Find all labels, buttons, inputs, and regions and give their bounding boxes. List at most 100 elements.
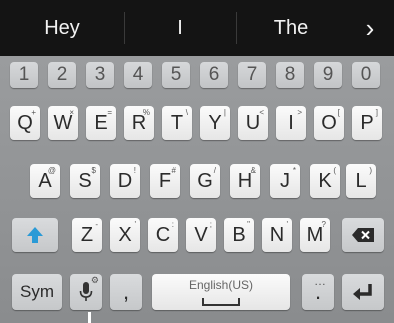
period-key[interactable]: . … <box>302 274 334 310</box>
key-label: V <box>194 223 208 246</box>
key-hint: - <box>95 220 98 229</box>
key-hint: # <box>171 166 176 175</box>
key-f[interactable]: F # <box>150 164 180 198</box>
more-suggestions-chevron-icon[interactable]: › <box>346 0 394 56</box>
key-0[interactable]: 0 <box>352 62 380 88</box>
key-label: X <box>118 223 132 246</box>
suggestion-the[interactable]: The <box>236 0 346 56</box>
key-3[interactable]: 3 <box>86 62 114 88</box>
key-1[interactable]: 1 <box>10 62 38 88</box>
key-k[interactable]: K( <box>310 164 340 198</box>
key-hint: " <box>247 220 250 229</box>
key-6[interactable]: 6 <box>200 62 228 88</box>
key-c[interactable]: C: <box>148 218 178 252</box>
key-label: Y <box>208 111 222 134</box>
key-hint: ] <box>375 108 378 117</box>
enter-key[interactable] <box>342 274 384 310</box>
key-v[interactable]: V; <box>186 218 216 252</box>
spacebar-icon <box>202 298 240 306</box>
language-label: English(US) <box>188 278 254 292</box>
key-hint: + <box>31 108 36 117</box>
keyboard: 1 2 3 4 5 6 7 8 9 0 Q + W × E = R% T \ Y | U <… <box>0 56 394 323</box>
text-cursor <box>88 312 91 323</box>
shift-key[interactable] <box>12 218 58 252</box>
key-label: J <box>280 169 290 192</box>
voice-input-key[interactable]: ⚙ <box>70 274 102 310</box>
key-p[interactable]: P] <box>352 106 382 140</box>
suggestion-hey[interactable]: Hey <box>0 0 124 56</box>
key-r[interactable]: R% <box>124 106 154 140</box>
key-q[interactable]: Q + <box>10 106 40 140</box>
key-o[interactable]: O[ <box>314 106 344 140</box>
key-l[interactable]: L) <box>346 164 376 198</box>
key-hint: % <box>142 108 150 117</box>
key-hint: \ <box>185 108 188 117</box>
key-w[interactable]: W × <box>48 106 78 140</box>
key-label: D <box>117 169 133 192</box>
key-2[interactable]: 2 <box>48 62 76 88</box>
key-hint: ' <box>134 220 136 229</box>
key-9[interactable]: 9 <box>314 62 342 88</box>
key-u[interactable]: U < <box>238 106 268 140</box>
key-hint: $ <box>91 166 96 175</box>
suggestion-i[interactable]: I <box>124 0 236 56</box>
key-hint: | <box>223 108 226 117</box>
key-label: T <box>170 111 184 134</box>
key-8[interactable]: 8 <box>276 62 304 88</box>
key-5[interactable]: 5 <box>162 62 190 88</box>
key-hint: × <box>69 108 74 117</box>
key-label: L <box>355 169 367 192</box>
key-m[interactable]: M? <box>300 218 330 252</box>
enter-return-icon <box>353 284 372 300</box>
key-a[interactable]: A @ <box>30 164 60 198</box>
key-g[interactable]: G / <box>190 164 220 198</box>
key-hint: & <box>250 166 256 175</box>
backspace-icon <box>352 228 374 242</box>
key-label: E <box>94 111 108 134</box>
key-x[interactable]: X ' <box>110 218 140 252</box>
key-hint: ( <box>333 166 336 175</box>
key-hint: < <box>259 108 264 117</box>
key-hint: : <box>171 220 174 229</box>
key-label: G <box>197 169 213 192</box>
key-t[interactable]: T \ <box>162 106 192 140</box>
key-hint: ; <box>209 220 212 229</box>
key-e[interactable]: E = <box>86 106 116 140</box>
key-hint: [ <box>337 108 340 117</box>
key-j[interactable]: J * <box>270 164 300 198</box>
backspace-key[interactable] <box>342 218 384 252</box>
key-z[interactable]: Z- <box>72 218 102 252</box>
key-hint: * <box>292 166 296 175</box>
key-hint: > <box>297 108 302 117</box>
key-label: C <box>155 223 171 246</box>
key-b[interactable]: B " <box>224 218 254 252</box>
key-label: S <box>78 169 92 192</box>
comma-key[interactable]: , <box>110 274 142 310</box>
key-label: B <box>232 223 246 246</box>
key-hint: ? <box>321 220 326 229</box>
key-hint: = <box>107 108 112 117</box>
key-hint: ) <box>369 166 372 175</box>
key-hint: @ <box>47 166 56 175</box>
key-hint: / <box>213 166 216 175</box>
key-hint: … <box>314 274 326 288</box>
key-label: U <box>245 111 261 134</box>
key-d[interactable]: D! <box>110 164 140 198</box>
sym-key[interactable]: Sym <box>12 274 62 310</box>
key-hint: ! <box>133 166 136 175</box>
key-n[interactable]: N ' <box>262 218 292 252</box>
key-7[interactable]: 7 <box>238 62 266 88</box>
key-label: Z <box>80 223 94 246</box>
key-i[interactable]: I > <box>276 106 306 140</box>
key-label: F <box>158 169 172 192</box>
key-h[interactable]: H & <box>230 164 260 198</box>
key-label: I <box>288 111 294 134</box>
key-label: N <box>269 223 285 246</box>
shift-arrow-up-icon <box>27 227 43 243</box>
key-s[interactable]: S $ <box>70 164 100 198</box>
settings-gear-icon: ⚙ <box>90 275 99 285</box>
space-key[interactable]: English(US) <box>152 274 290 310</box>
key-y[interactable]: Y | <box>200 106 230 140</box>
key-label: O <box>321 111 337 134</box>
key-4[interactable]: 4 <box>124 62 152 88</box>
